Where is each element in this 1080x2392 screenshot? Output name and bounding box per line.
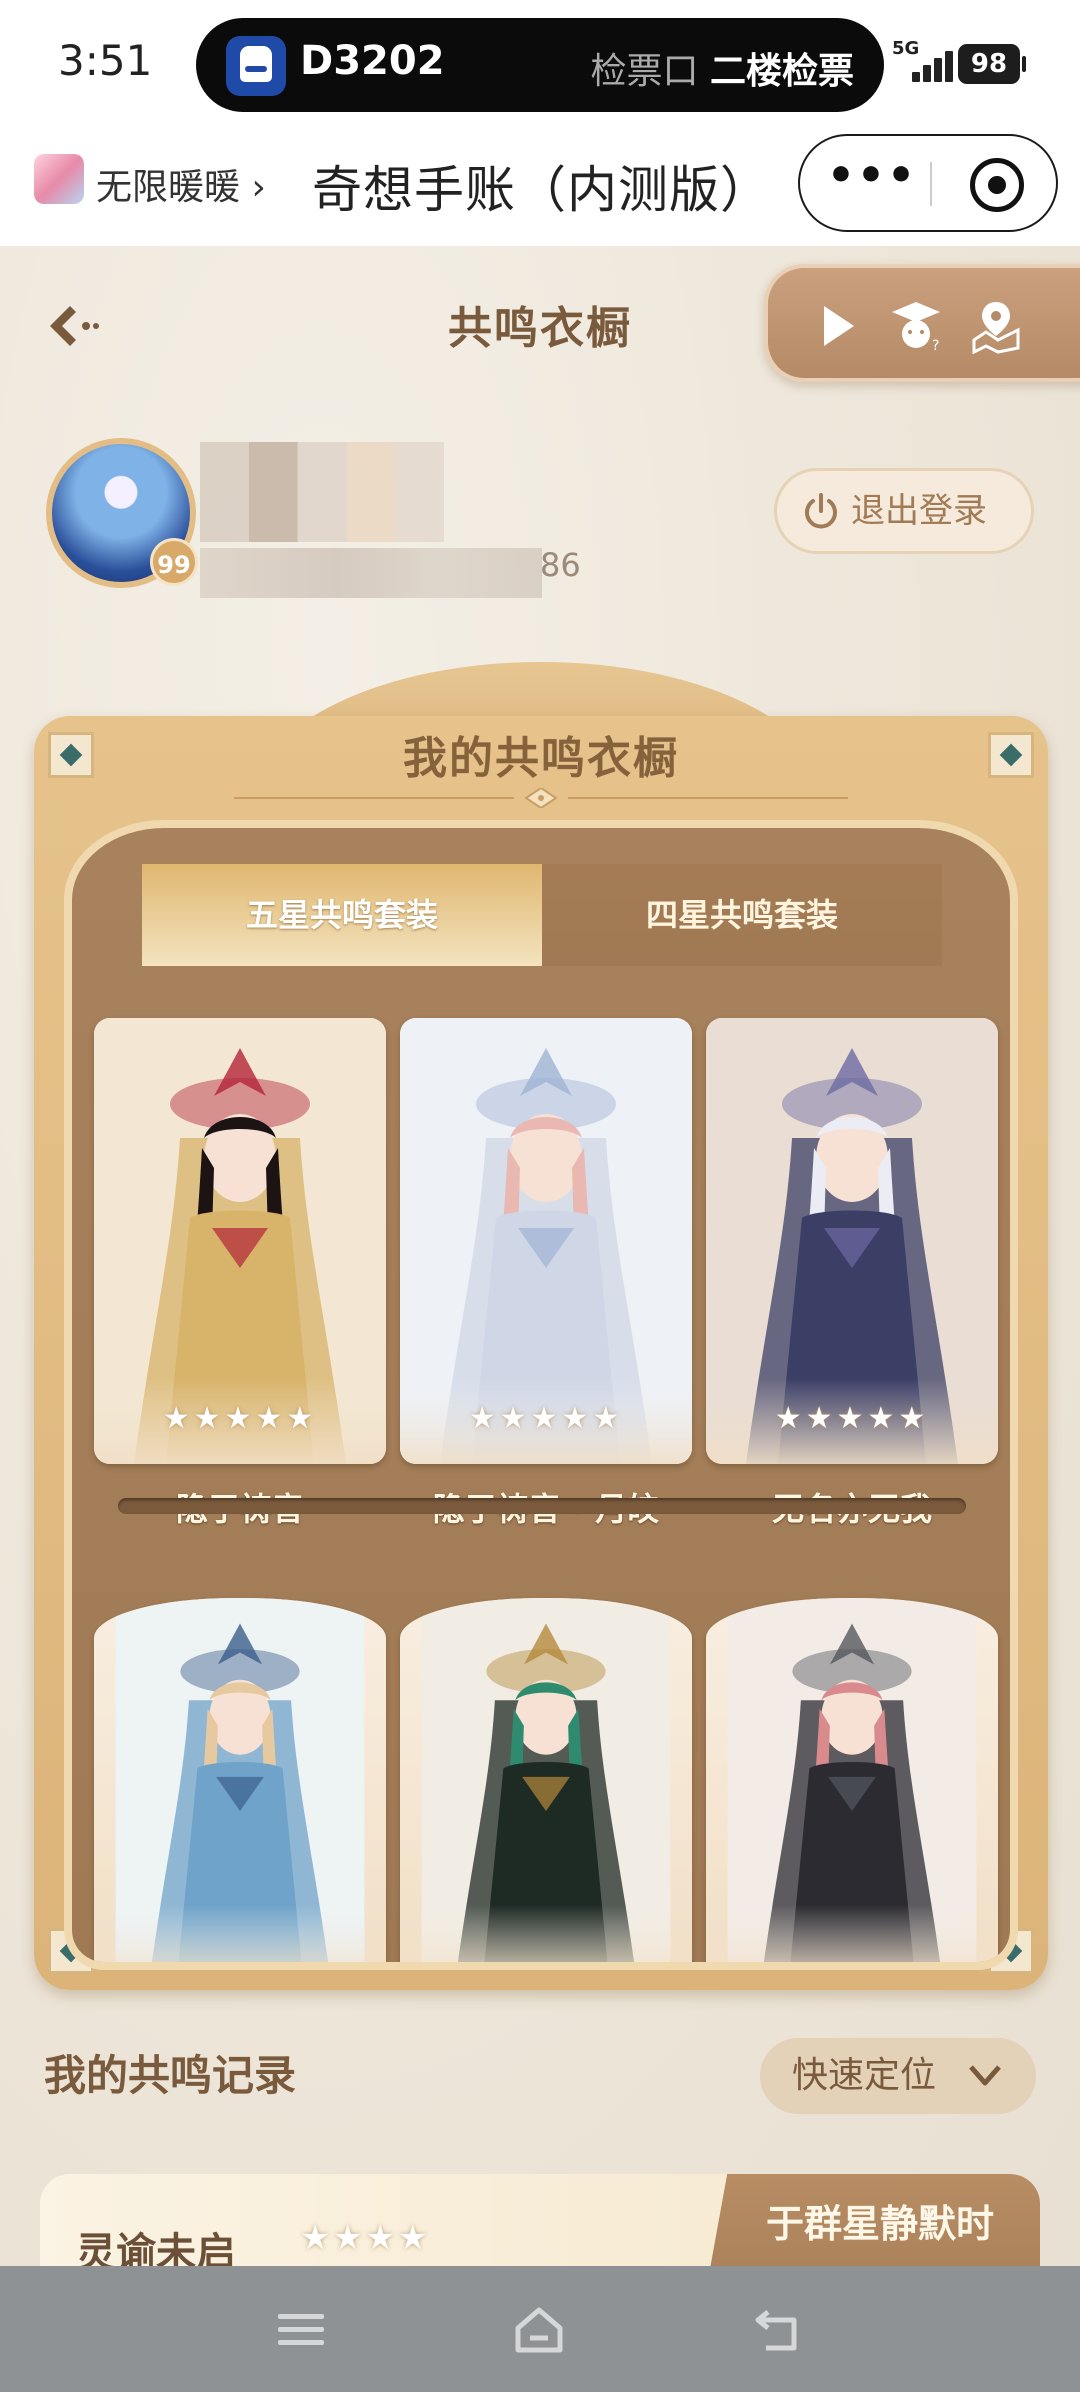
home-icon[interactable] (514, 2306, 564, 2354)
capsule-menu: ••• (798, 134, 1058, 232)
signal-icon (912, 50, 954, 82)
outfit-stars: ★★★★★ (774, 1401, 930, 1436)
title-divider-ornament (234, 788, 848, 808)
capsule-divider (930, 162, 932, 206)
train-icon (226, 36, 286, 96)
nickname-redacted (200, 442, 444, 542)
logout-label: 退出登录 (851, 491, 987, 531)
wardrobe-board[interactable]: 五星共鸣套装 四星共鸣套装 ★★★★★隐于祷音★★★★★隐于祷音 · 月皎★★★… (64, 820, 1018, 1970)
train-number: D3202 (300, 38, 445, 84)
tab-four-star[interactable]: 四星共鸣套装 (542, 864, 942, 966)
svg-text:?: ? (932, 338, 939, 354)
play-arrow-icon[interactable] (810, 298, 866, 354)
close-target-icon[interactable] (970, 158, 1024, 212)
outfit-stars: ★★★★★ (162, 1401, 318, 1436)
records-title: 我的共鸣记录 (44, 2051, 297, 2100)
outfit-portrait (421, 1598, 671, 1962)
power-icon (805, 493, 837, 529)
quick-locate-button[interactable]: 快速定位 (760, 2038, 1036, 2114)
outfit-portrait (94, 1018, 386, 1464)
outfit-card[interactable] (706, 1598, 998, 1962)
gate-label: 检票口 (590, 51, 699, 92)
record-card[interactable]: 灵谕未启 ★★★★ 于群星静默时 (40, 2174, 1040, 2266)
outfit-card[interactable] (400, 1598, 692, 1962)
tool-tab: ? (764, 264, 1080, 382)
outfit-portrait (727, 1598, 977, 1962)
outfit-stars: ★★★★★ (468, 1401, 624, 1436)
outfit-portrait (706, 1018, 998, 1464)
map-pin-icon[interactable] (968, 298, 1024, 354)
status-time: 3:51 (58, 36, 153, 85)
record-stars: ★★★★ (300, 2218, 430, 2258)
wardrobe-title: 我的共鸣衣橱 (403, 733, 679, 784)
outfit-card[interactable]: ★★★★★ (94, 1018, 386, 1464)
status-bar: 3:51 D3202 检票口 二楼检票 5G 98 (0, 0, 1080, 128)
game-logo[interactable] (34, 154, 84, 204)
uid-suffix: 86 (540, 546, 581, 584)
outfit-card[interactable] (94, 1598, 386, 1962)
outfit-portrait (400, 1018, 692, 1464)
quick-locate-label: 快速定位 (792, 2055, 937, 2096)
ticket-gate: 检票口 二楼检票 (591, 42, 854, 94)
page-content[interactable]: 共鸣衣橱 ? 99 86 退出登录 我的共鸣衣橱 五星共鸣套装 四星共鸣套装 ★… (0, 246, 1080, 2266)
scholar-bear-icon[interactable]: ? (888, 298, 944, 354)
menu-icon[interactable] (276, 2306, 326, 2354)
record-right-label: 于群星静默时 (700, 2174, 1040, 2266)
tab-five-star[interactable]: 五星共鸣套装 (142, 864, 542, 966)
outfit-card[interactable]: ★★★★★ (706, 1018, 998, 1464)
chevron-down-icon (969, 2065, 1001, 2086)
chevron-right-icon: › (251, 167, 266, 208)
trip-live-activity[interactable]: D3202 检票口 二楼检票 (196, 18, 884, 112)
more-dots-icon[interactable]: ••• (822, 150, 922, 201)
shelf-divider (118, 1498, 966, 1514)
record-name: 灵谕未启 (76, 2230, 236, 2266)
uid-redacted (200, 548, 542, 598)
battery-level: 98 (958, 44, 1026, 84)
outfit-portrait (115, 1598, 365, 1962)
game-switch[interactable]: 无限暖暖 › (96, 158, 266, 210)
back-icon[interactable] (754, 2306, 804, 2354)
mini-program-title: 奇想手账（内测版） (312, 161, 771, 219)
level-badge: 99 (150, 538, 198, 586)
game-name: 无限暖暖 (96, 167, 241, 208)
system-nav-bar (0, 2266, 1080, 2392)
wardrobe-panel: 我的共鸣衣橱 五星共鸣套装 四星共鸣套装 ★★★★★隐于祷音★★★★★隐于祷音 … (34, 662, 1048, 1990)
mini-program-header: 无限暖暖 › 奇想手账（内测版） ••• (0, 128, 1080, 246)
logout-button[interactable]: 退出登录 (774, 468, 1034, 554)
outfit-card[interactable]: ★★★★★ (400, 1018, 692, 1464)
gate-value: 二楼检票 (709, 51, 854, 92)
